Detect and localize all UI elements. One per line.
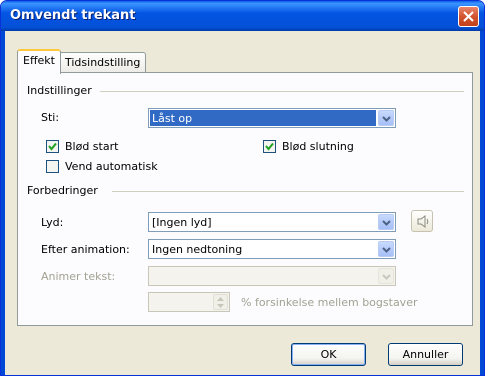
- settings-group-divider: [100, 91, 464, 92]
- close-button[interactable]: [458, 6, 479, 27]
- animate-text-dropdown: [148, 266, 396, 286]
- ok-button[interactable]: OK: [291, 343, 366, 366]
- tab-tidsindstilling-label: Tidsindstilling: [65, 56, 141, 69]
- sound-volume-button[interactable]: [411, 210, 433, 232]
- enhancements-group-label: Forbedringer: [27, 184, 98, 197]
- sound-label: Lyd:: [41, 216, 64, 229]
- chevron-up-icon: [217, 297, 224, 301]
- tab-panel: Indstillinger Sti: Låst op Blød start Bl…: [17, 72, 473, 326]
- window-frame-right: [480, 31, 484, 375]
- chevron-down-icon: [382, 247, 391, 253]
- chevron-down-icon: [382, 274, 391, 280]
- window-frame-left: [1, 31, 5, 375]
- path-dropdown-value: Låst op: [150, 110, 376, 126]
- speaker-icon: [417, 215, 429, 228]
- chevron-down-icon: [217, 304, 224, 308]
- after-animation-dropdown-button[interactable]: [378, 241, 394, 257]
- sound-dropdown[interactable]: [Ingen lyd]: [148, 212, 396, 232]
- letter-delay-spin-buttons: [213, 294, 228, 310]
- letter-delay-spinner: [148, 292, 230, 312]
- auto-reverse-label[interactable]: Vend automatisk: [65, 160, 158, 173]
- after-animation-value: Ingen nedtoning: [152, 243, 243, 256]
- smooth-end-checkbox[interactable]: [263, 140, 276, 153]
- after-animation-dropdown[interactable]: Ingen nedtoning: [148, 239, 396, 259]
- smooth-start-label[interactable]: Blød start: [65, 140, 118, 153]
- settings-group-label: Indstillinger: [27, 84, 92, 97]
- animate-text-label: Animer tekst:: [41, 270, 116, 283]
- tab-tidsindstilling[interactable]: Tidsindstilling: [59, 52, 147, 73]
- checkmark-icon: [48, 142, 57, 151]
- window-title: Omvendt trekant: [10, 8, 136, 23]
- smooth-end-label[interactable]: Blød slutning: [282, 140, 354, 153]
- cancel-button[interactable]: Annuller: [388, 343, 463, 366]
- sound-dropdown-button[interactable]: [378, 214, 394, 230]
- smooth-start-checkbox[interactable]: [46, 140, 59, 153]
- chevron-down-icon: [382, 116, 391, 122]
- checkmark-icon: [265, 142, 274, 151]
- enhancements-group-divider: [112, 191, 464, 192]
- dialog-window: Omvendt trekant Effekt Tidsindstilling I…: [0, 0, 485, 376]
- chevron-down-icon: [382, 220, 391, 226]
- close-icon: [463, 11, 474, 22]
- title-bar[interactable]: Omvendt trekant: [1, 1, 484, 31]
- letter-delay-label: % forsinkelse mellem bogstaver: [241, 296, 418, 309]
- path-dropdown-button[interactable]: [378, 110, 394, 126]
- animate-text-dropdown-button: [378, 268, 394, 284]
- path-label: Sti:: [41, 111, 60, 124]
- after-animation-label: Efter animation:: [41, 243, 130, 256]
- auto-reverse-checkbox[interactable]: [46, 160, 59, 173]
- tab-effekt[interactable]: Effekt: [17, 49, 61, 74]
- sound-dropdown-value: [Ingen lyd]: [152, 216, 212, 229]
- tab-effekt-label: Effekt: [23, 54, 55, 67]
- path-dropdown[interactable]: Låst op: [148, 108, 396, 128]
